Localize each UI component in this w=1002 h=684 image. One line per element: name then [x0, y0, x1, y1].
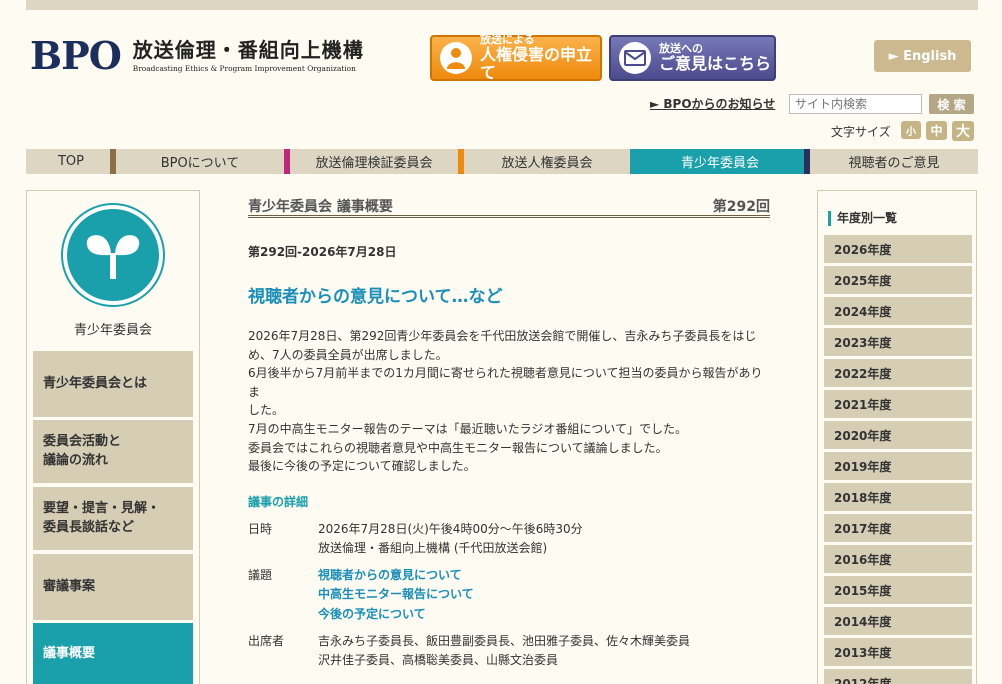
- nav-about-bpo[interactable]: BPOについて: [110, 149, 284, 174]
- year-link-2019[interactable]: 2019年度: [824, 452, 972, 480]
- banner-opinion-large: ご意見はこちら: [659, 54, 772, 74]
- year-link-2013[interactable]: 2013年度: [824, 638, 972, 666]
- year-link-2024[interactable]: 2024年度: [824, 297, 972, 325]
- year-link-2020[interactable]: 2020年度: [824, 421, 972, 449]
- font-size-medium-button[interactable]: 中: [926, 121, 947, 140]
- envelope-icon: [619, 42, 651, 74]
- left-sidebar-title: 青少年委員会: [73, 323, 152, 338]
- nav-youth-committee-label: 青少年委員会: [680, 156, 759, 171]
- font-size-large-button[interactable]: 大: [952, 121, 974, 141]
- left-menu-label: 青少年委員会とは: [43, 375, 148, 391]
- year-link-2022[interactable]: 2022年度: [824, 359, 972, 387]
- logo-english-name: Broadcasting Ethics & Program Improvemen…: [132, 64, 356, 73]
- nav-top-label: TOP: [57, 154, 84, 169]
- detail-label: 議題: [248, 568, 273, 583]
- agenda-link-future-schedule[interactable]: 今後の予定について: [318, 605, 474, 624]
- nav-viewer-opinions-label: 視聴者のご意見: [848, 156, 940, 171]
- year-link-2018[interactable]: 2018年度: [824, 483, 972, 511]
- detail-label: 出席者: [248, 633, 285, 648]
- english-button[interactable]: ► English: [874, 40, 971, 72]
- nav-youth-committee[interactable]: 青少年委員会: [630, 149, 804, 174]
- search-button[interactable]: 検 索: [929, 94, 974, 114]
- left-menu-deliberation-cases[interactable]: 審議事案: [33, 554, 193, 620]
- year-link-2021[interactable]: 2021年度: [824, 390, 972, 418]
- left-menu-activities[interactable]: 委員会活動と 議論の流れ: [33, 420, 193, 483]
- summary-line: 2026年7月28日、第292回青少年委員会を千代田放送会館で開催し、吉永みち子…: [248, 329, 757, 343]
- opinion-banner[interactable]: 放送への ご意見はこちら: [609, 35, 776, 81]
- attendees-line: 吉永みち子委員長、飯田豊副委員長、池田雅子委員、佐々木輝美委員: [318, 633, 691, 648]
- left-menu-meeting-summary[interactable]: 議事概要: [33, 623, 193, 684]
- section-title: 青少年委員会 議事概要: [248, 198, 393, 215]
- nav-ethics-committee-label: 放送倫理検証委員会: [315, 156, 433, 171]
- year-link-2017[interactable]: 2017年度: [824, 514, 972, 542]
- year-link-2026[interactable]: 2026年度: [824, 235, 972, 263]
- right-sidebar: 年度別一覧 2026年度 2025年度 2024年度 2023年度 2022年度…: [817, 190, 977, 684]
- nav-about-bpo-label: BPOについて: [160, 156, 240, 171]
- top-decorative-bar: [26, 0, 978, 10]
- nav-human-rights-committee[interactable]: 放送人権委員会: [458, 149, 630, 174]
- left-menu-about-youth[interactable]: 青少年委員会とは: [33, 351, 193, 417]
- year-link-2025[interactable]: 2025年度: [824, 266, 972, 294]
- font-size-label: 文字サイズ: [831, 125, 891, 139]
- agenda-link-student-monitor[interactable]: 中高生モニター報告について: [318, 585, 474, 604]
- summary-line: 7月の中高生モニター報告のテーマは「最近聴いたラジオ番組について」でした。: [248, 421, 688, 436]
- detail-datetime-value: 2026年7月28日(火)午後4時00分～午後6時30分: [318, 521, 583, 536]
- agenda-link-viewer-opinions[interactable]: 視聴者からの意見について: [318, 566, 474, 585]
- year-link-2014[interactable]: 2014年度: [824, 607, 972, 635]
- detail-venue-value: 放送倫理・番組向上機構 (千代田放送会館): [318, 540, 548, 555]
- year-link-2016[interactable]: 2016年度: [824, 545, 972, 573]
- summary-line: 最後に今後の予定について確認しました。: [248, 459, 476, 474]
- summary-line: 委員会ではこれらの視聴者意見や中高生モニター報告について議論しました。: [248, 440, 668, 455]
- site-search-input[interactable]: [789, 94, 922, 114]
- rights-infringement-banner[interactable]: 放送による 人権侵害の申立て: [430, 34, 602, 83]
- nav-viewer-opinions[interactable]: 視聴者のご意見: [804, 149, 978, 174]
- summary-paragraph: 2026年7月28日、第292回青少年委員会を千代田放送会館で開催し、吉永みち子…: [248, 327, 770, 476]
- summary-line: 6月後半から7月前半までの1カ月間に寄せられた視聴者意見について担当の委員から報…: [248, 366, 763, 399]
- font-size-small-button[interactable]: 小: [901, 121, 921, 139]
- section-header: 青少年委員会 議事概要 第292回: [248, 190, 770, 218]
- nav-ethics-committee[interactable]: 放送倫理検証委員会: [284, 149, 458, 174]
- left-menu-proposals[interactable]: 要望・提言・見解・ 委員長談話など: [33, 487, 193, 550]
- bpo-logo[interactable]: BPO 放送倫理・番組向上機構 Broadcasting Ethics & Pr…: [30, 34, 364, 78]
- nav-human-rights-committee-label: 放送人権委員会: [501, 156, 593, 171]
- details-heading: 議事の詳細: [248, 494, 309, 509]
- left-menu-label: 審議事案: [43, 578, 96, 594]
- article-title: 視聴者からの意見について…など: [248, 287, 503, 307]
- logo-mark: BPO: [30, 33, 122, 78]
- year-link-2015[interactable]: 2015年度: [824, 576, 972, 604]
- main-content: 青少年委員会 議事概要 第292回 第292回-2026年7月28日 視聴者から…: [248, 190, 770, 670]
- global-nav: TOP BPOについて 放送倫理検証委員会 放送人権委員会 青少年委員会 視聴者…: [26, 149, 978, 174]
- left-menu-label: 委員会活動と: [43, 433, 122, 449]
- attendees-line: 沢井佳子委員、高橋聡美委員、山縣文治委員: [318, 652, 559, 667]
- year-list-title: 年度別一覧: [828, 211, 897, 226]
- bpo-notice-link[interactable]: ► BPOからのお知らせ: [650, 95, 775, 112]
- logo-japanese-name: 放送倫理・番組向上機構: [132, 38, 364, 62]
- summary-line: め、7人の委員全員が出席しました。: [248, 347, 448, 362]
- person-icon: [440, 42, 472, 74]
- youth-committee-sprout-logo: [63, 205, 163, 305]
- year-link-2023[interactable]: 2023年度: [824, 328, 972, 356]
- banner-rights-large: 人権侵害の申立て: [480, 45, 593, 83]
- detail-row-attendees: 出席者 吉永みち子委員長、飯田豊副委員長、池田雅子委員、佐々木輝美委員 沢井佳子…: [248, 632, 770, 670]
- meeting-date: 第292回-2026年7月28日: [248, 245, 397, 259]
- left-menu-label: 要望・提言・見解・: [43, 500, 161, 516]
- left-menu-label-2: 委員長談話など: [43, 519, 135, 535]
- summary-line: した。: [248, 403, 285, 418]
- nav-top[interactable]: TOP: [26, 149, 110, 174]
- detail-label: 日時: [248, 521, 273, 536]
- detail-row-datetime: 日時 2026年7月28日(火)午後4時00分～午後6時30分 放送倫理・番組向…: [248, 520, 770, 558]
- year-link-2012[interactable]: 2012年度: [824, 669, 972, 684]
- detail-row-agenda: 議題 視聴者からの意見について 中高生モニター報告について 今後の予定について: [248, 566, 770, 624]
- left-menu-label-2: 議論の流れ: [43, 452, 109, 468]
- left-sidebar: 青少年委員会 青少年委員会とは 委員会活動と 議論の流れ 要望・提言・見解・ 委…: [26, 190, 200, 684]
- session-number: 第292回: [712, 198, 770, 215]
- left-menu-label: 議事概要: [43, 645, 96, 661]
